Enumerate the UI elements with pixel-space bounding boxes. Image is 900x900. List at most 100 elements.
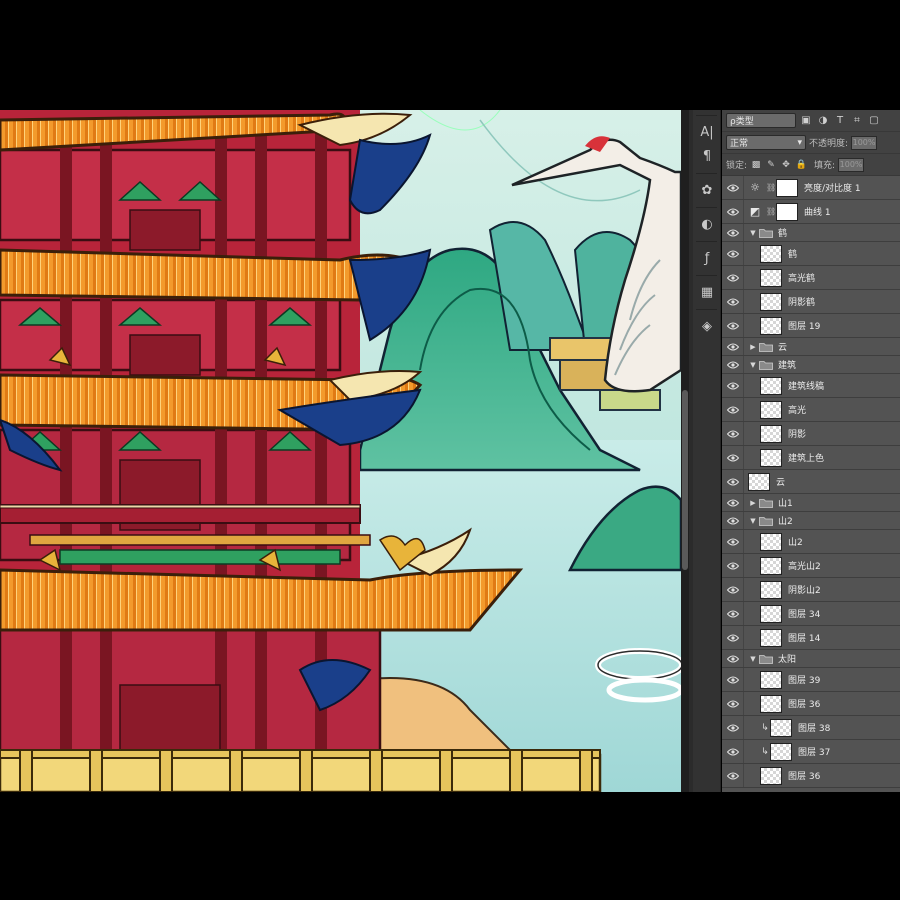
visibility-eye-icon[interactable] (722, 602, 744, 625)
document-canvas[interactable] (0, 110, 681, 792)
mask-link-icon[interactable]: ⛓ (766, 183, 776, 192)
layer-name: 曲线 1 (804, 208, 831, 218)
chevron-down-icon: ▾ (797, 137, 802, 148)
visibility-eye-icon[interactable] (722, 314, 744, 337)
adjustments-panel-icon[interactable]: ◐ (693, 212, 721, 236)
visibility-eye-icon[interactable] (722, 554, 744, 577)
layer-row[interactable]: 图层 36 (722, 692, 900, 716)
layer-row[interactable]: ☼ ⛓ 亮度/对比度 1 (722, 176, 900, 200)
adjustment-filter-icon[interactable]: ◑ (816, 114, 830, 128)
visibility-eye-icon[interactable] (722, 740, 744, 763)
layer-filter-dropdown[interactable]: ρ类型 (726, 113, 796, 128)
visibility-eye-icon[interactable] (722, 374, 744, 397)
caret-down-icon[interactable]: ▼ (748, 361, 758, 369)
scrollbar-thumb[interactable] (682, 390, 688, 570)
layer-row[interactable]: 云 (722, 470, 900, 494)
visibility-eye-icon[interactable] (722, 242, 744, 265)
layer-group-row[interactable]: ▶ 山1 (722, 494, 900, 512)
mask-link-icon[interactable]: ⛓ (766, 207, 776, 216)
layer-row[interactable]: 图层 19 (722, 314, 900, 338)
layer-row[interactable]: 阴影山2 (722, 578, 900, 602)
folder-icon (758, 516, 774, 526)
blend-row: 正常 ▾ 不透明度: 100% (722, 132, 900, 154)
visibility-eye-icon[interactable] (722, 716, 744, 739)
fill-field[interactable]: 100% (838, 157, 865, 172)
visibility-eye-icon[interactable] (722, 626, 744, 649)
visibility-eye-icon[interactable] (722, 446, 744, 469)
layer-group-row[interactable]: ▶ 云 (722, 338, 900, 356)
visibility-eye-icon[interactable] (722, 512, 744, 529)
grid-panel-icon[interactable]: ▦ (693, 280, 721, 304)
visibility-eye-icon[interactable] (722, 650, 744, 667)
layer-row[interactable]: 建筑上色 (722, 446, 900, 470)
layer-group-row[interactable]: ▼ 山2 (722, 512, 900, 530)
smart-object-filter-icon[interactable]: ▢ (867, 114, 881, 128)
character-panel-icon[interactable]: A| (693, 120, 721, 144)
layer-row[interactable]: 建筑线稿 (722, 374, 900, 398)
swatches-panel-icon[interactable]: ✿ (693, 178, 721, 202)
visibility-eye-icon[interactable] (722, 200, 744, 223)
layer-row[interactable]: 图层 39 (722, 668, 900, 692)
visibility-eye-icon[interactable] (722, 692, 744, 715)
layer-thumbnail (760, 244, 782, 263)
layer-row[interactable]: 图层 34 (722, 602, 900, 626)
caret-down-icon[interactable]: ▼ (748, 517, 758, 525)
layer-row[interactable]: 山2 (722, 530, 900, 554)
visibility-eye-icon[interactable] (722, 494, 744, 511)
visibility-eye-icon[interactable] (722, 224, 744, 241)
layer-row[interactable]: ◩ ⛓ 曲线 1 (722, 200, 900, 224)
pixel-filter-icon[interactable]: ▣ (799, 114, 813, 128)
visibility-eye-icon[interactable] (722, 290, 744, 313)
layer-name: 云 (778, 343, 788, 353)
layer-name: 图层 39 (788, 676, 821, 686)
visibility-eye-icon[interactable] (722, 668, 744, 691)
layer-thumbnail (760, 292, 782, 311)
layer-group-row[interactable]: ▼ 太阳 (722, 650, 900, 668)
layer-row[interactable]: ↳ 图层 38 (722, 716, 900, 740)
opacity-field[interactable]: 100% (851, 135, 878, 150)
visibility-eye-icon[interactable] (722, 266, 744, 289)
lock-transparent-icon[interactable]: ▩ (750, 159, 762, 171)
visibility-eye-icon[interactable] (722, 578, 744, 601)
caret-down-icon[interactable]: ▼ (748, 655, 758, 663)
layer-row[interactable]: 图层 36 (722, 764, 900, 788)
layer-row[interactable]: 高光 (722, 398, 900, 422)
fx-panel-icon[interactable]: ƒ (693, 246, 721, 270)
layer-row[interactable]: 高光山2 (722, 554, 900, 578)
lock-all-icon[interactable]: 🔒 (795, 159, 807, 171)
caret-right-icon[interactable]: ▶ (748, 499, 758, 507)
visibility-eye-icon[interactable] (722, 176, 744, 199)
visibility-eye-icon[interactable] (722, 338, 744, 355)
layer-row[interactable]: 阴影 (722, 422, 900, 446)
type-filter-icon[interactable]: T (833, 114, 847, 128)
layer-group-row[interactable]: ▼ 建筑 (722, 356, 900, 374)
layer-group-row[interactable]: ▼ 鹤 (722, 224, 900, 242)
layer-row[interactable]: 鹤 (722, 242, 900, 266)
lock-move-icon[interactable]: ✥ (780, 159, 792, 171)
layer-row[interactable]: 图层 14 (722, 626, 900, 650)
layer-filter-label: ρ类型 (730, 117, 754, 127)
shape-filter-icon[interactable]: ⌗ (850, 114, 864, 128)
visibility-eye-icon[interactable] (722, 422, 744, 445)
visibility-eye-icon[interactable] (722, 470, 744, 493)
visibility-eye-icon[interactable] (722, 398, 744, 421)
visibility-eye-icon[interactable] (722, 764, 744, 787)
layer-row[interactable]: ↳ 图层 37 (722, 740, 900, 764)
canvas-vertical-scrollbar[interactable] (681, 110, 689, 792)
layer-name: 建筑 (778, 361, 797, 371)
layer-thumbnail (760, 628, 782, 647)
caret-right-icon[interactable]: ▶ (748, 343, 758, 351)
3d-panel-icon[interactable]: ◈ (693, 314, 721, 338)
layers-panel: ρ类型 ▣ ◑ T ⌗ ▢ 正常 ▾ 不透明度: 100% 锁定: ▩ ✎ ✥ 🔒… (722, 110, 900, 792)
visibility-eye-icon[interactable] (722, 356, 744, 373)
curves-icon: ◩ (749, 205, 761, 218)
layer-thumbnail (760, 694, 782, 713)
lock-paint-icon[interactable]: ✎ (765, 159, 777, 171)
paragraph-panel-icon[interactable]: ¶ (693, 144, 721, 168)
layer-row[interactable]: 高光鹤 (722, 266, 900, 290)
caret-down-icon[interactable]: ▼ (748, 229, 758, 237)
visibility-eye-icon[interactable] (722, 530, 744, 553)
blend-mode-dropdown[interactable]: 正常 ▾ (726, 135, 806, 150)
layer-row[interactable]: 阴影鹤 (722, 290, 900, 314)
layer-name: 山1 (778, 499, 793, 509)
